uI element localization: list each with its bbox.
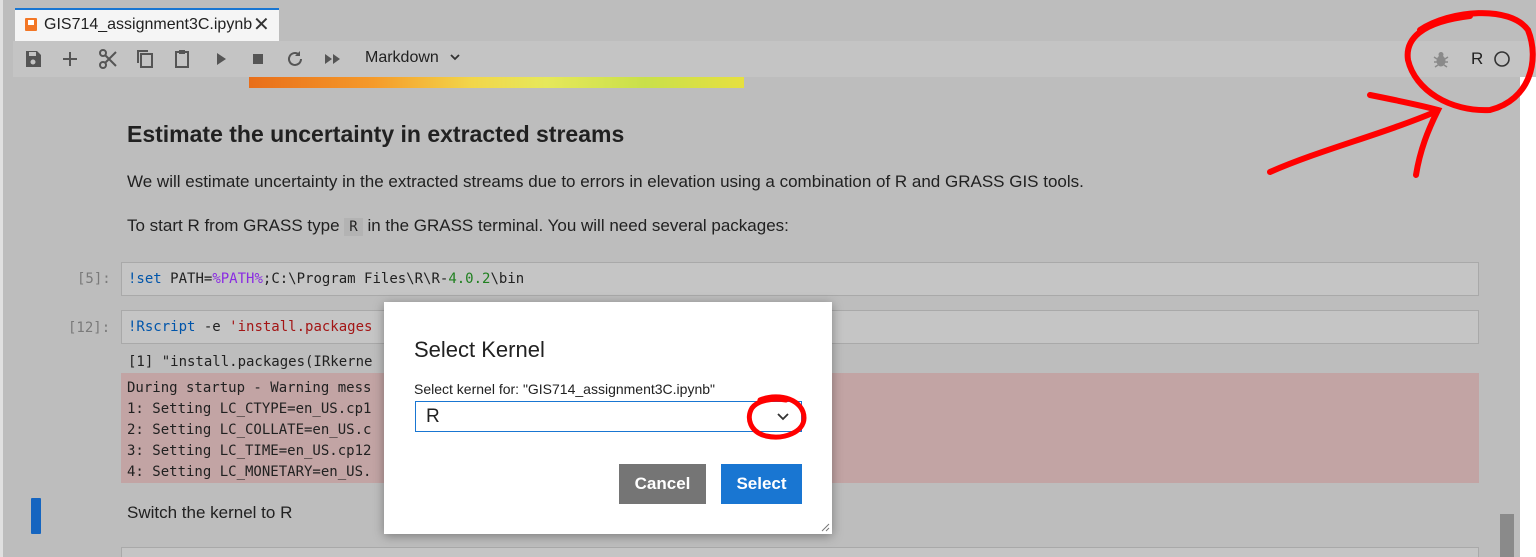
- cell-output: [1] "install.packages(IRkerne: [128, 354, 373, 370]
- debugger-icon[interactable]: [1431, 49, 1451, 74]
- stop-icon[interactable]: [247, 48, 269, 70]
- close-icon[interactable]: ✕: [253, 12, 270, 37]
- left-frame: [0, 0, 13, 557]
- chevron-down-icon: [777, 413, 789, 421]
- select-button[interactable]: Select: [721, 464, 802, 504]
- save-icon[interactable]: [22, 48, 44, 70]
- copy-icon[interactable]: [134, 48, 156, 70]
- cell-prompt: [5]:: [77, 271, 111, 287]
- scrollbar[interactable]: [1498, 77, 1520, 557]
- code-cell[interactable]: [121, 547, 1479, 557]
- cell-type-label: Markdown: [365, 49, 439, 66]
- kernel-select-value: R: [426, 406, 440, 427]
- section-heading: Estimate the uncertainty in extracted st…: [127, 121, 625, 147]
- cell-prompt: [12]:: [68, 320, 111, 336]
- cancel-button[interactable]: Cancel: [619, 464, 706, 504]
- paste-icon[interactable]: [171, 48, 193, 70]
- notebook-toolbar: Markdown R: [13, 41, 1536, 78]
- kernel-select[interactable]: R: [415, 401, 802, 432]
- notebook-tab[interactable]: GIS714_assignment3C.ipynb ✕: [15, 8, 279, 41]
- markdown-note: Switch the kernel to R: [127, 503, 293, 522]
- restart-icon[interactable]: [284, 48, 306, 70]
- kernel-name-button[interactable]: R: [1471, 49, 1483, 69]
- tab-title: GIS714_assignment3C.ipynb: [44, 16, 253, 33]
- markdown-paragraph: To start R from GRASS type R in the GRAS…: [127, 216, 789, 236]
- cell-type-dropdown[interactable]: Markdown: [365, 49, 461, 67]
- select-kernel-dialog: Select Kernel Select kernel for: "GIS714…: [384, 302, 832, 534]
- run-all-icon[interactable]: [322, 48, 344, 70]
- tab-bar: GIS714_assignment3C.ipynb ✕: [13, 0, 1536, 41]
- markdown-paragraph: We will estimate uncertainty in the extr…: [127, 172, 1084, 191]
- scrollbar-thumb[interactable]: [1500, 514, 1514, 557]
- cut-icon[interactable]: [97, 48, 119, 70]
- run-icon[interactable]: [210, 48, 232, 70]
- chevron-down-icon: [450, 54, 460, 61]
- kernel-status-icon: [1493, 50, 1511, 73]
- add-cell-icon[interactable]: [59, 48, 81, 70]
- output-image: [249, 77, 744, 88]
- dialog-title: Select Kernel: [414, 337, 545, 362]
- kernel-select-label: Select kernel for: "GIS714_assignment3C.…: [414, 381, 715, 397]
- notebook-icon: [25, 18, 37, 31]
- code-cell[interactable]: !set PATH=%PATH%;C:\Program Files\R\R-4.…: [121, 262, 1479, 296]
- active-cell-indicator: [31, 498, 41, 534]
- inline-code: R: [344, 218, 363, 236]
- resize-handle-icon[interactable]: [820, 522, 830, 532]
